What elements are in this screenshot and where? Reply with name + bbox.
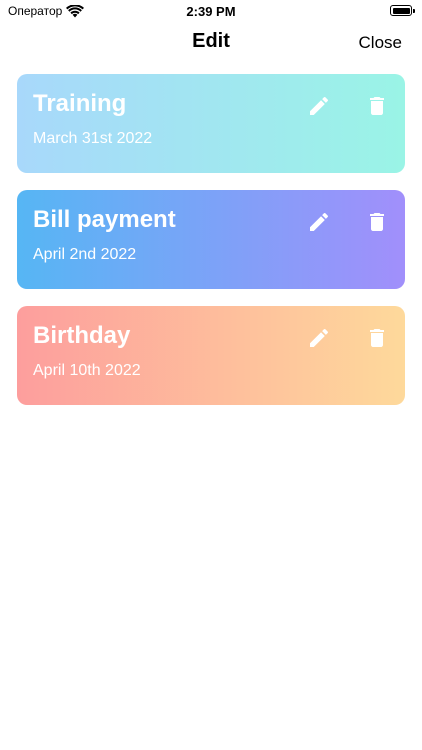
pencil-icon — [310, 328, 329, 347]
trash-icon — [370, 97, 384, 115]
edit-button[interactable] — [307, 326, 331, 350]
event-card[interactable]: Bill payment April 2nd 2022 — [17, 190, 405, 289]
event-card[interactable]: Training March 31st 2022 — [17, 74, 405, 173]
pencil-icon — [310, 212, 329, 231]
delete-button[interactable] — [365, 210, 389, 234]
delete-button[interactable] — [365, 326, 389, 350]
event-list: Training March 31st 2022 Bill payment Ap… — [17, 74, 405, 422]
edit-button[interactable] — [307, 94, 331, 118]
pencil-icon — [310, 96, 329, 115]
event-date: April 10th 2022 — [33, 362, 141, 379]
edit-button[interactable] — [307, 210, 331, 234]
event-date: April 2nd 2022 — [33, 246, 137, 263]
delete-button[interactable] — [365, 94, 389, 118]
event-title: Training — [33, 90, 127, 117]
battery-icon — [390, 5, 415, 16]
event-card[interactable]: Birthday April 10th 2022 — [17, 306, 405, 405]
trash-icon — [370, 329, 384, 347]
close-button[interactable]: Close — [359, 33, 402, 53]
event-title: Bill payment — [33, 206, 176, 233]
navigation-bar: Edit Close — [0, 24, 422, 64]
event-date: March 31st 2022 — [33, 130, 153, 147]
trash-icon — [370, 213, 384, 231]
event-title: Birthday — [33, 322, 131, 349]
status-bar: Оператор 2:39 PM — [0, 0, 422, 24]
status-time: 2:39 PM — [186, 4, 236, 19]
